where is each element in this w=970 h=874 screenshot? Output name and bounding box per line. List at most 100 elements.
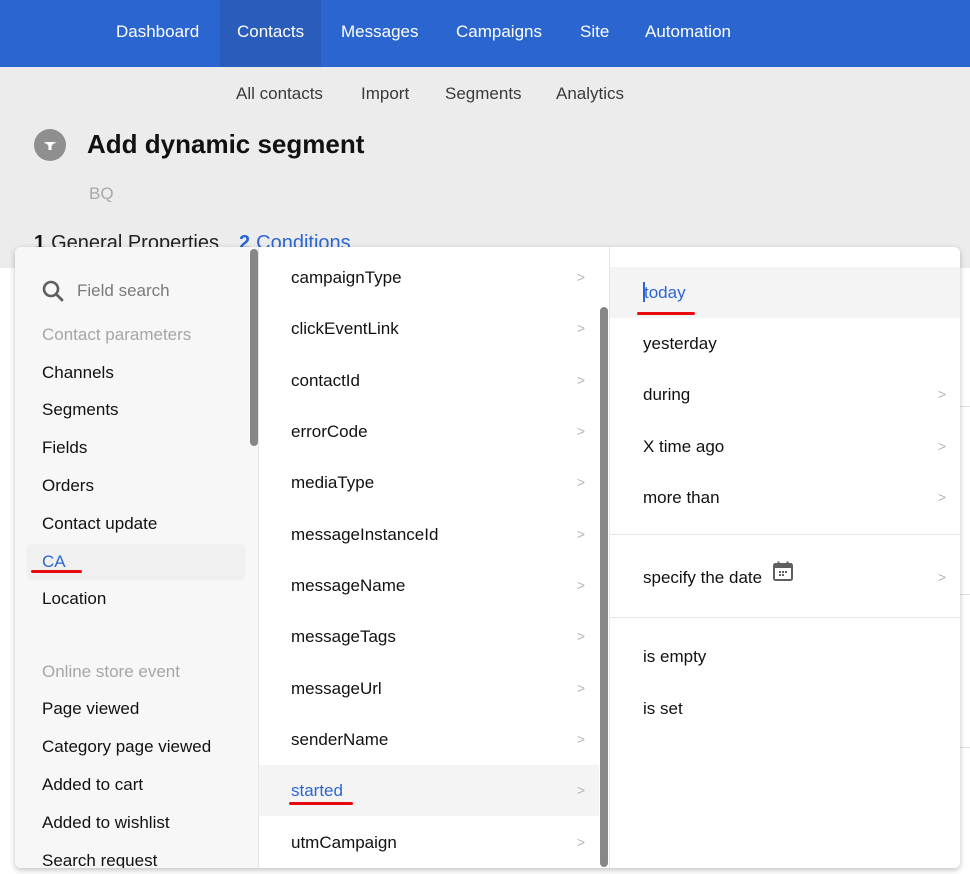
operator-label: X time ago	[643, 437, 725, 456]
category-item-added-to-cart[interactable]: Added to cart	[27, 767, 245, 803]
chevron-right-icon: >	[576, 731, 585, 747]
chevron-right-icon: >	[937, 386, 946, 402]
divider	[960, 406, 970, 407]
chevron-right-icon: >	[576, 834, 585, 850]
category-item-page-viewed[interactable]: Page viewed	[27, 691, 245, 727]
category-item-search-request[interactable]: Search request	[27, 843, 245, 868]
chevron-right-icon: >	[576, 269, 585, 285]
category-column: Field search Contact parameters Channels…	[15, 247, 258, 868]
field-item-mediatype[interactable]: mediaType >	[259, 457, 599, 508]
operator-column: today yesterday during > X time ago > more…	[610, 247, 960, 868]
field-item-messageurl[interactable]: messageUrl >	[259, 663, 599, 714]
field-label: campaignType	[291, 268, 402, 287]
nav-dashboard[interactable]: Dashboard	[99, 0, 216, 67]
category-scrollbar[interactable]	[250, 249, 258, 446]
highlight-underline	[289, 802, 353, 805]
sub-navigation: All contacts Import Segments Analytics	[0, 67, 970, 122]
field-label: utmCampaign	[291, 833, 397, 852]
field-search-placeholder: Field search	[77, 281, 170, 300]
chevron-right-icon: >	[576, 526, 585, 542]
field-item-errorcode[interactable]: errorCode >	[259, 406, 599, 457]
chevron-right-icon: >	[576, 628, 585, 644]
divider	[960, 747, 970, 748]
field-label: messageName	[291, 576, 406, 595]
category-item-location[interactable]: Location	[27, 581, 245, 617]
calendar-icon	[772, 551, 794, 602]
chevron-right-icon: >	[576, 474, 585, 490]
chevron-right-icon: >	[576, 372, 585, 388]
page-subtitle: BQ	[89, 184, 114, 203]
operator-item-is-empty[interactable]: is empty	[610, 631, 960, 682]
group-title-contact-parameters: Contact parameters	[42, 325, 192, 344]
category-item-segments[interactable]: Segments	[27, 392, 245, 428]
top-navigation: Dashboard Contacts Messages Campaigns Si…	[0, 0, 970, 67]
field-label: started	[291, 781, 343, 800]
field-label: messageTags	[291, 627, 396, 646]
field-label: messageInstanceId	[291, 525, 439, 544]
nav-messages[interactable]: Messages	[324, 0, 435, 67]
field-label: contactId	[291, 371, 360, 390]
chevron-right-icon: >	[576, 423, 585, 439]
subnav-segments[interactable]: Segments	[445, 84, 522, 104]
operator-label: during	[643, 385, 691, 404]
field-label: errorCode	[291, 422, 368, 441]
field-label: senderName	[291, 730, 389, 749]
page-title: Add dynamic segment	[87, 129, 365, 159]
field-item-started[interactable]: started >	[259, 765, 599, 816]
nav-automation[interactable]: Automation	[628, 0, 748, 67]
operator-item-specify-the-date[interactable]: specify the date >	[610, 552, 960, 603]
category-item-channels[interactable]: Channels	[27, 355, 245, 391]
operator-label: is empty	[643, 647, 707, 666]
field-label: mediaType	[291, 473, 375, 492]
category-item-added-to-wishlist[interactable]: Added to wishlist	[27, 805, 245, 841]
category-item-orders[interactable]: Orders	[27, 468, 245, 504]
field-item-messagetags[interactable]: messageTags >	[259, 611, 599, 662]
field-column: campaignType > clickEventLink > contactId >…	[259, 247, 609, 868]
operator-label: more than	[643, 488, 720, 507]
field-label: messageUrl	[291, 679, 382, 698]
operator-label: specify the date	[643, 568, 763, 587]
field-picker-popover: Field search Contact parameters Channels…	[15, 247, 960, 868]
field-item-clickeventlink[interactable]: clickEventLink >	[259, 303, 599, 354]
filter-icon	[34, 129, 66, 161]
operator-item-yesterday[interactable]: yesterday	[610, 318, 960, 369]
subnav-analytics[interactable]: Analytics	[556, 84, 624, 104]
nav-campaigns[interactable]: Campaigns	[439, 0, 559, 67]
operator-item-is-set[interactable]: is set	[610, 683, 960, 734]
subnav-import[interactable]: Import	[361, 84, 409, 104]
chevron-right-icon: >	[576, 320, 585, 336]
field-item-campaigntype[interactable]: campaignType >	[259, 252, 599, 303]
field-item-sendername[interactable]: senderName >	[259, 714, 599, 765]
category-item-category-page-viewed[interactable]: Category page viewed	[27, 729, 245, 765]
field-scrollbar[interactable]	[600, 307, 608, 867]
field-search-input[interactable]: Field search	[41, 279, 170, 303]
nav-contacts[interactable]: Contacts	[220, 0, 322, 67]
operator-item-today[interactable]: today	[610, 267, 960, 318]
category-item-ca[interactable]: CA	[27, 544, 245, 580]
highlight-underline	[637, 312, 695, 315]
operator-item-more-than[interactable]: more than >	[610, 472, 960, 523]
field-label: clickEventLink	[291, 319, 399, 338]
category-item-contact-update[interactable]: Contact update	[27, 506, 245, 542]
subnav-all-contacts[interactable]: All contacts	[236, 84, 323, 104]
operator-divider	[610, 534, 960, 535]
operator-label: today	[644, 283, 686, 302]
category-item-fields[interactable]: Fields	[27, 430, 245, 466]
chevron-right-icon: >	[937, 569, 946, 585]
operator-item-x-time-ago[interactable]: X time ago >	[610, 421, 960, 472]
chevron-right-icon: >	[937, 438, 946, 454]
field-item-messagename[interactable]: messageName >	[259, 560, 599, 611]
field-item-contactid[interactable]: contactId >	[259, 355, 599, 406]
operator-item-during[interactable]: during >	[610, 369, 960, 420]
operator-divider	[610, 617, 960, 618]
chevron-right-icon: >	[576, 782, 585, 798]
divider	[960, 594, 970, 595]
nav-site[interactable]: Site	[563, 0, 626, 67]
chevron-right-icon: >	[576, 577, 585, 593]
highlight-underline	[31, 570, 82, 573]
operator-label: is set	[643, 699, 683, 718]
field-item-messageinstanceid[interactable]: messageInstanceId >	[259, 509, 599, 560]
field-item-utmcampaign[interactable]: utmCampaign >	[259, 817, 599, 868]
group-title-online-store-event: Online store event	[42, 662, 180, 681]
search-icon	[42, 280, 64, 302]
